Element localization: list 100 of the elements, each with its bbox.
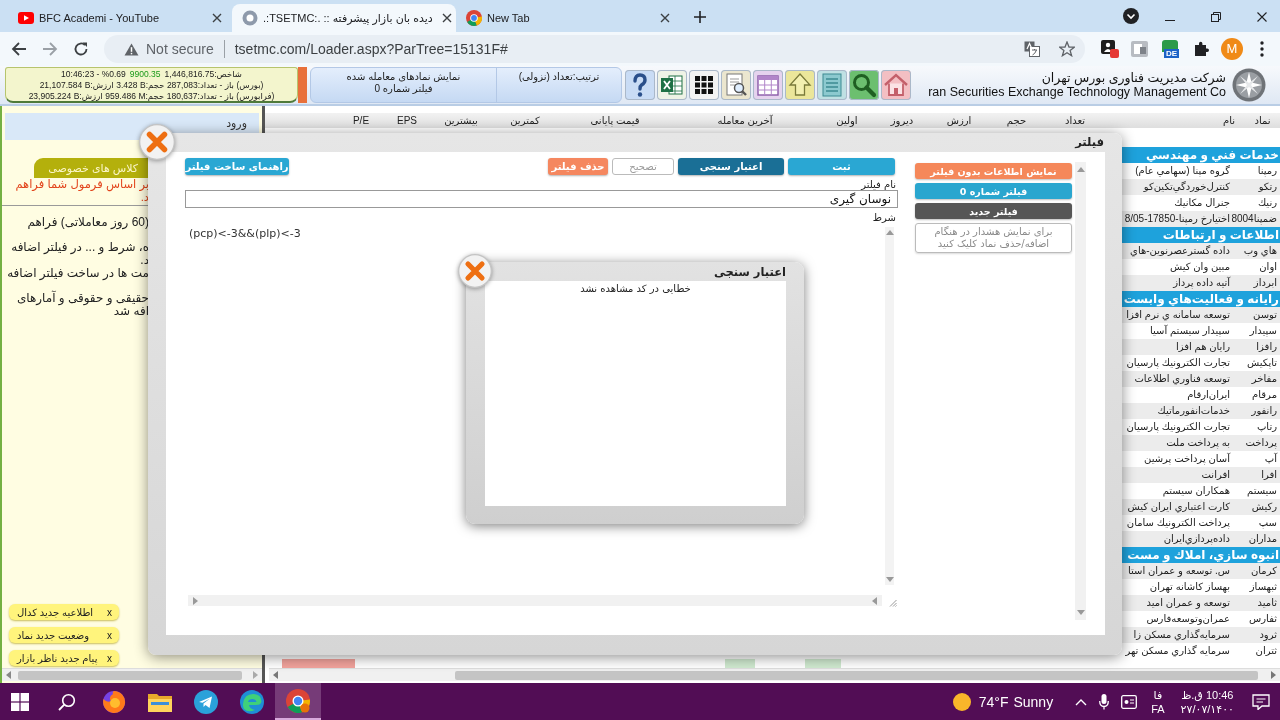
dropdown-icon[interactable] xyxy=(1123,8,1139,24)
star-emblem-icon[interactable] xyxy=(1232,68,1266,102)
puzzle-icon[interactable] xyxy=(1193,41,1209,57)
column-header[interactable]: اولین xyxy=(820,113,874,128)
close-icon[interactable] xyxy=(212,13,222,23)
up-arrow-icon[interactable] xyxy=(885,230,894,235)
table-row[interactable]: رمپنا گروه مپنا (سهامي عام) xyxy=(1122,163,1280,179)
table-row[interactable]: رافزا رايان هم افزا xyxy=(1122,339,1280,355)
table-row[interactable]: ثاميد توسعه و عمران اميد xyxy=(1122,595,1280,611)
spreadsheet-icon[interactable] xyxy=(657,70,687,100)
column-header[interactable]: بیشترین xyxy=(432,113,490,128)
dismiss-button[interactable]: x xyxy=(107,606,112,618)
table-row[interactable]: هاي وب داده گسترعصرنوين-هاي xyxy=(1122,243,1280,259)
reload-icon[interactable] xyxy=(73,41,89,57)
back-arrow-icon[interactable] xyxy=(11,41,27,57)
close-icon[interactable] xyxy=(1257,12,1267,22)
table-row[interactable]: مرقام ايران‌ارقام xyxy=(1122,387,1280,403)
column-header[interactable]: تعداد xyxy=(1045,113,1105,128)
scrollbar-thumb[interactable] xyxy=(18,670,242,680)
table-row[interactable]: ركيش كارت اعتباري ايران كيش xyxy=(1122,499,1280,515)
chevron-up-icon[interactable] xyxy=(1075,697,1088,706)
symbol-cell-text: رنيك xyxy=(1256,196,1278,210)
column-header[interactable]: EPS xyxy=(382,113,432,128)
table-row[interactable]: اوان مبين وان كيش xyxy=(1122,259,1280,275)
table-row[interactable]: توسن توسعه سامانه ي نرم افزا xyxy=(1122,307,1280,323)
url-text[interactable]: tsetmc.com/Loader.aspx?ParTree=15131F# xyxy=(234,41,508,57)
table-row[interactable]: افرا افرانت xyxy=(1122,467,1280,483)
table-row[interactable]: رتاپ تجارت الكترونيك پارسيان xyxy=(1122,419,1280,435)
table-row[interactable]: سپ پرداخت الكترونيك سامان xyxy=(1122,515,1280,531)
column-header[interactable]: دیروز xyxy=(874,113,930,128)
security-status[interactable]: Not secure xyxy=(146,41,214,57)
table-row[interactable]: پرداخت به پرداخت ملت xyxy=(1122,435,1280,451)
column-header[interactable]: نماد xyxy=(1245,113,1280,128)
horizontal-scrollbar[interactable] xyxy=(269,668,1280,681)
column-header[interactable]: قیمت پایانی xyxy=(560,113,670,128)
table-row[interactable]: رتكو كنترل‌خوردگي‌تكين‌كو xyxy=(1122,179,1280,195)
close-icon[interactable] xyxy=(660,13,670,23)
column-header[interactable]: P/E xyxy=(340,113,382,128)
table-row[interactable]: مفاخر توسعه فناوري اطلاعات xyxy=(1122,371,1280,387)
close-icon[interactable] xyxy=(441,13,452,23)
filter-name-field[interactable]: نوسان گیری xyxy=(185,190,898,208)
table-row[interactable]: سپيدار سپيدار سيستم آسيا xyxy=(1122,323,1280,339)
alert-hint-box[interactable]: برای نمایش هشدار در هنگام اضافه/حذف نماد کلیک کنید xyxy=(915,223,1072,253)
table-row[interactable]: سيستم همكاران سيستم xyxy=(1122,483,1280,499)
extension-icon[interactable] xyxy=(1101,40,1119,58)
table-row[interactable]: ثتران سرمايه گذاري مسكن تهر xyxy=(1122,643,1280,659)
table-row[interactable]: رانفور خدمات‌انفورماتيك xyxy=(1122,403,1280,419)
question-mark-icon[interactable] xyxy=(625,70,655,100)
plus-icon[interactable] xyxy=(694,11,706,23)
dismiss-button[interactable]: x xyxy=(107,652,112,664)
left-arrow-icon[interactable] xyxy=(273,671,279,679)
browser-tab[interactable]: BFC Academi - YouTube xyxy=(8,4,232,32)
horizontal-scrollbar[interactable] xyxy=(2,668,262,681)
menu-icon[interactable] xyxy=(1260,41,1264,57)
table-row[interactable]: رنيك جنرال مكانيك xyxy=(1122,195,1280,211)
restore-icon[interactable] xyxy=(1211,12,1221,22)
symbol-cell-text: پرداخت xyxy=(1244,436,1278,451)
search-icon[interactable] xyxy=(58,692,76,711)
notification-icon[interactable] xyxy=(1252,693,1270,710)
table-row[interactable]: آپ آسان پرداخت پرشين xyxy=(1122,451,1280,467)
home-icon[interactable] xyxy=(881,70,911,100)
minimize-icon[interactable] xyxy=(1165,20,1175,22)
table-row[interactable]: تاپكيش تجارت الكترونيك پارسيان xyxy=(1122,355,1280,371)
sun-icon[interactable] xyxy=(952,692,971,711)
vertical-scrollbar[interactable] xyxy=(885,227,894,585)
microphone-icon[interactable] xyxy=(1099,693,1110,710)
column-header[interactable]: کمترین xyxy=(490,113,560,128)
calendar-icon[interactable] xyxy=(753,70,783,100)
left-arrow-icon[interactable] xyxy=(6,671,12,679)
address-field[interactable]: Not secure tsetmc.com/Loader.aspx?ParTree=15131F# xyxy=(104,35,1085,63)
column-header[interactable]: نام xyxy=(1105,113,1245,128)
column-header[interactable]: حجم xyxy=(988,113,1045,128)
scrollbar-thumb[interactable] xyxy=(455,670,1258,680)
document-search-icon[interactable] xyxy=(721,70,751,100)
resize-grip-icon[interactable] xyxy=(889,599,897,607)
column-header[interactable]: آخرین معامله xyxy=(670,113,820,128)
table-row[interactable]: ثرود سرمايه‌گذاري مسكن زا xyxy=(1122,627,1280,643)
table-row[interactable]: ثبهساز بهساز كاشانه تهران xyxy=(1122,579,1280,595)
temperature-text[interactable]: 74°F xyxy=(978,693,1009,710)
dismiss-button[interactable]: x xyxy=(107,629,112,641)
table-row[interactable]: ثفارس عمران‌وتوسعه‌فارس xyxy=(1122,611,1280,627)
clock[interactable]: 10:46 ق.ظ ۲۷/۰۷/۱۴۰۰ xyxy=(1180,687,1234,716)
star-icon[interactable] xyxy=(1059,41,1075,57)
highlighted-cell xyxy=(805,659,841,668)
column-header[interactable]: ارزش xyxy=(930,113,988,128)
tray-icon[interactable] xyxy=(1121,694,1138,709)
start-icon[interactable] xyxy=(11,692,29,711)
action-button[interactable]: اعتبار سنجی xyxy=(678,158,784,175)
table-row[interactable]: كرمان س. توسعه و عمران استا xyxy=(1122,563,1280,579)
filter-button[interactable]: فیلتر جدید xyxy=(915,203,1072,219)
table-row[interactable]: ضمپنا8004 اختيارخ رمپنا-17850-8/05 xyxy=(1122,211,1280,227)
weather-condition-text[interactable]: Sunny xyxy=(1013,693,1054,710)
grid-icon[interactable] xyxy=(689,70,719,100)
down-arrow-icon[interactable] xyxy=(885,577,894,582)
browser-tab[interactable]: New Tab xyxy=(456,4,680,32)
translate-icon[interactable] xyxy=(1024,41,1040,57)
browser-tab[interactable]: دیده بان بازار پیشرفته :: .:TSETMC:. xyxy=(232,4,456,32)
table-row[interactable]: ابرداز آتيه داده پرداز xyxy=(1122,275,1280,291)
table-row[interactable]: مداران داده‌پردازي‌ايران xyxy=(1122,531,1280,547)
right-arrow-icon[interactable] xyxy=(1270,671,1276,679)
